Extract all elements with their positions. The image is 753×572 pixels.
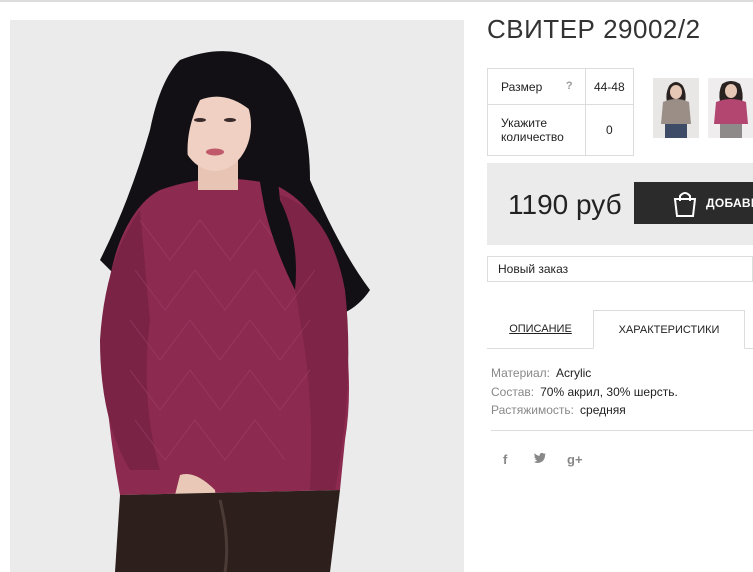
characteristic-row: Материал: Acrylic <box>491 364 678 383</box>
characteristic-key: Состав: <box>491 384 535 399</box>
size-value[interactable]: 44-48 <box>584 68 635 105</box>
product-thumbnail-2[interactable] <box>708 78 753 138</box>
product-price: 1190 руб <box>508 189 622 220</box>
characteristic-key: Растяжимость: <box>491 403 575 417</box>
size-help-icon[interactable]: ? <box>566 80 573 92</box>
quantity-label-line2: количество <box>501 130 564 144</box>
google-plus-icon[interactable]: g+ <box>567 452 583 467</box>
quantity-label-cell: Укажите количество <box>487 104 586 156</box>
top-divider <box>0 0 753 2</box>
product-options-table: Размер ? 44-48 Укажите количество 0 <box>487 68 635 156</box>
shopping-bag-icon <box>672 190 698 221</box>
characteristics-list: Материал: Acrylic Состав: 70% акрил, 30% ш… <box>491 364 678 420</box>
product-main-image[interactable] <box>10 20 464 572</box>
add-to-cart-label: ДОБАВИ <box>706 196 753 210</box>
product-title: СВИТЕР 29002/2 <box>487 14 701 44</box>
tab-description[interactable]: ОПИСАНИЕ <box>487 310 594 349</box>
price-box: 1190 руб ДОБАВИ <box>487 163 753 245</box>
twitter-icon[interactable] <box>533 452 547 467</box>
characteristic-value: Acrylic <box>555 366 592 380</box>
product-thumbnail-1[interactable] <box>653 78 699 138</box>
characteristic-value: 70% акрил, 30% шерсть. <box>540 384 678 399</box>
section-divider <box>491 430 753 431</box>
quantity-label-line1: Укажите <box>501 116 548 130</box>
tab-characteristics[interactable]: ХАРАКТЕРИСТИКИ <box>593 310 745 349</box>
quantity-input[interactable]: 0 <box>584 104 635 156</box>
characteristic-value: средняя <box>580 403 626 417</box>
add-to-cart-button[interactable]: ДОБАВИ <box>634 182 753 224</box>
characteristic-row: Растяжимость: средняя <box>491 401 678 420</box>
size-label-cell: Размер ? <box>487 68 586 105</box>
size-label: Размер <box>501 79 543 94</box>
order-select[interactable]: Новый заказ <box>487 256 753 282</box>
facebook-icon[interactable]: f <box>503 452 507 467</box>
characteristic-key: Материал: <box>491 366 550 380</box>
characteristic-row: Состав: 70% акрил, 30% шерсть. <box>491 383 678 402</box>
